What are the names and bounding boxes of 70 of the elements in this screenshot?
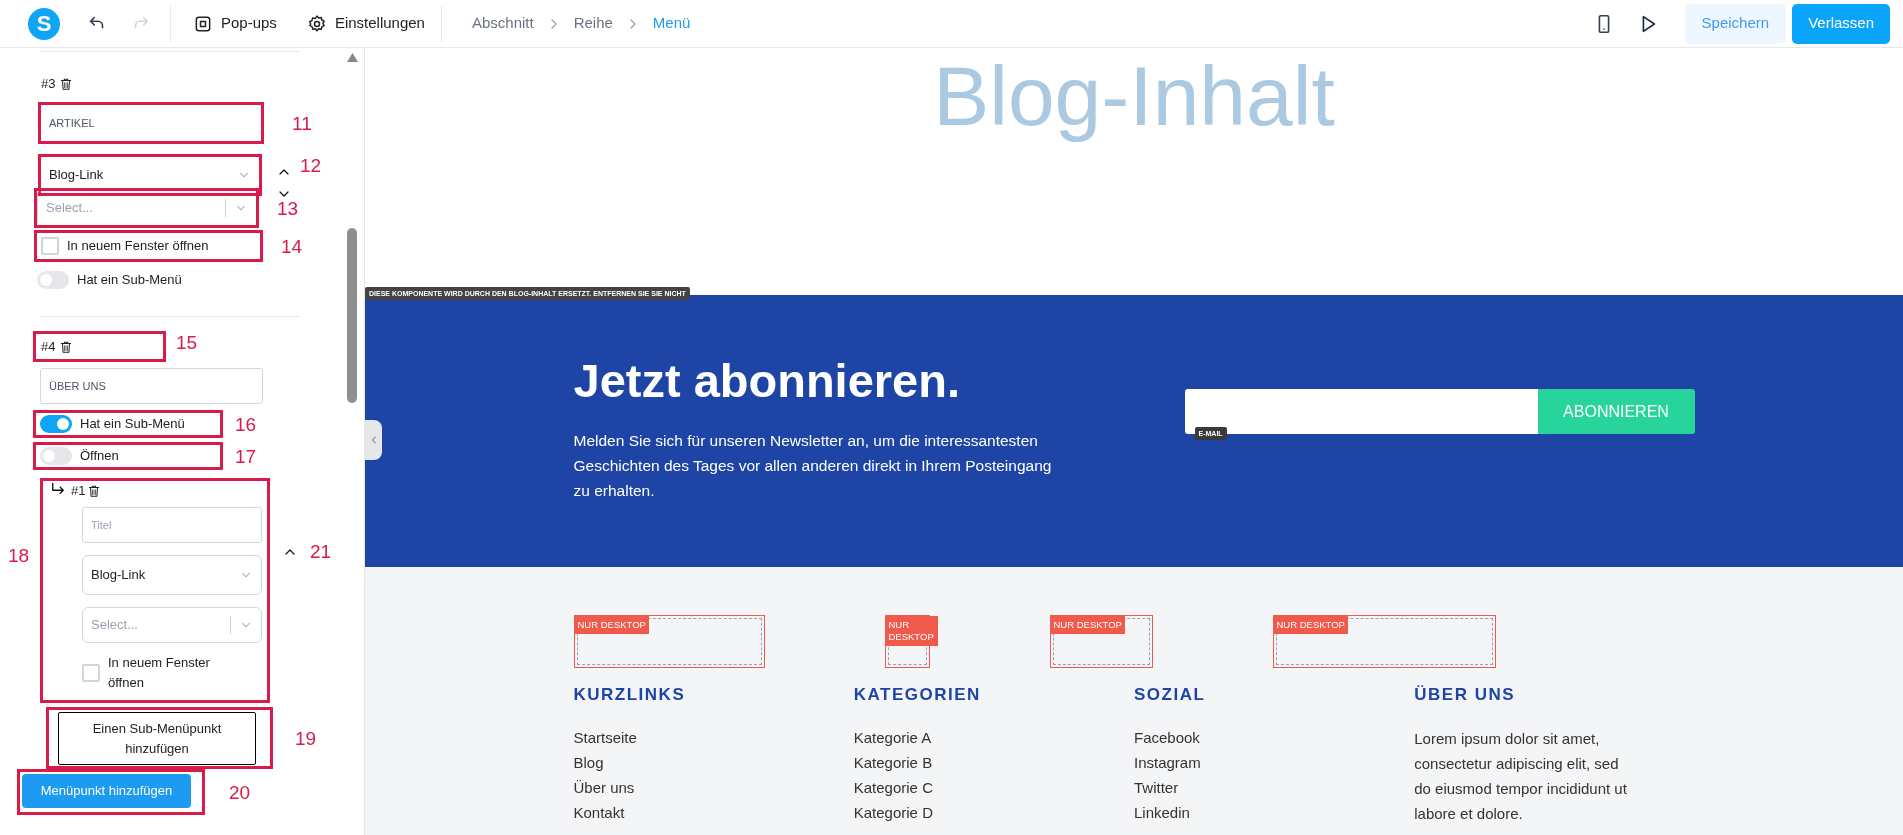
select-value: Blog-Link [91, 566, 146, 585]
annotation-number: 16 [235, 414, 257, 434]
annotation-number: 20 [229, 782, 251, 802]
collapse-tab[interactable] [365, 420, 382, 460]
footer-link[interactable]: Über uns [573, 779, 635, 797]
footer-heading: ÜBER UNS [1414, 684, 1517, 706]
breadcrumb-link[interactable]: Reihe [573, 12, 613, 35]
footer-link[interactable]: Twitter [1134, 779, 1179, 797]
checkbox-label: In neuem Fenster öffnen [67, 237, 209, 256]
title-field[interactable]: ARTIKEL [41, 105, 261, 141]
link-type-select[interactable]: Blog-Link [82, 555, 262, 595]
select-placeholder: Select... [46, 199, 94, 218]
toggle-switch[interactable] [40, 415, 72, 433]
annotation-number: 21 [310, 540, 332, 564]
footer-link[interactable]: Kategorie A [853, 729, 932, 747]
footer-link[interactable]: Kategorie C [853, 779, 933, 797]
annotation-number: 19 [295, 728, 317, 748]
settings-button[interactable]: Einstellungen [302, 8, 429, 39]
footer-link[interactable]: Instagram [1134, 754, 1201, 772]
desktop-only-badge: NUR DESKTOP [1050, 616, 1125, 634]
desktop-only-badge: NUR DESKTOP [885, 616, 938, 646]
link-type-select[interactable]: Blog-Link [41, 157, 259, 193]
title-field[interactable]: ÜBER UNS [40, 368, 263, 404]
toggle-label: Hat ein Sub-Menü [77, 271, 182, 290]
toggle-switch[interactable] [37, 271, 69, 289]
footer-heading: KATEGORIEN [853, 684, 982, 706]
trash-icon[interactable] [59, 77, 74, 91]
footer-heading: KURZLINKS [573, 684, 687, 706]
scroll-up-icon[interactable] [346, 53, 358, 62]
app-logo: S [28, 7, 60, 40]
footer-link[interactable]: Linkedin [1134, 804, 1190, 822]
breadcrumb-link[interactable]: Abschnitt [471, 12, 534, 35]
item-number: #3 [41, 75, 56, 94]
select-placeholder: Select... [91, 616, 139, 635]
popups-button[interactable]: Pop-ups [189, 8, 281, 39]
footer-link[interactable]: Startseite [573, 729, 637, 747]
footer-link[interactable]: Blog [573, 754, 604, 772]
toggle-switch[interactable] [40, 447, 72, 465]
add-submenu-item-button[interactable]: Einen Sub-Menüpunkt hinzufügen [58, 712, 256, 765]
footer-link[interactable]: Kategorie B [853, 754, 933, 772]
select-value: Blog-Link [49, 166, 104, 185]
newsletter-heading: Jetzt abonnieren. [573, 357, 961, 404]
newsletter-text: Melden Sie sich für unseren Newsletter an, um die interessantesten Geschichten des Tages vor allen anderen direkt in Ihrem Posteingang zu erhalten. [573, 431, 1053, 501]
desktop-only-badge: NUR DESKTOP [574, 616, 649, 634]
trash-icon[interactable] [59, 339, 74, 354]
gear-icon [306, 13, 327, 34]
title-field[interactable]: Titel [82, 507, 262, 543]
annotation-number: 17 [235, 446, 257, 466]
footer-heading: SOZIAL [1134, 684, 1207, 706]
annotation-number: 18 [7, 544, 31, 568]
footer-text: Lorem ipsum dolor sit amet, consectetur adipiscing elit, sed do eiusmod tempor incididunt ut labore et dolore. [1414, 729, 1628, 824]
item-number: #1 [71, 482, 86, 501]
annotation-number: 12 [300, 156, 322, 175]
footer-link[interactable]: Facebook [1134, 729, 1200, 747]
trash-icon[interactable] [87, 484, 102, 498]
annotation-number: 15 [176, 333, 198, 352]
annotation-number: 13 [277, 198, 299, 218]
checkbox[interactable] [41, 237, 59, 255]
checkbox[interactable] [82, 664, 100, 682]
scrollbar-thumb[interactable] [347, 228, 357, 403]
email-field[interactable] [1184, 389, 1538, 434]
footer-link[interactable]: Kontakt [573, 804, 625, 822]
footer-link[interactable]: Kategorie D [853, 804, 933, 822]
checkbox-label: In neuem Fenster öffnen [108, 654, 211, 692]
annotation-number: 14 [281, 236, 303, 256]
item-number: #4 [41, 337, 56, 356]
toggle-label: Hat ein Sub-Menü [80, 415, 185, 434]
desktop-only-badge: NUR DESKTOP [1273, 616, 1348, 634]
toggle-label: Öffnen [80, 447, 119, 466]
annotation-number: 11 [292, 113, 312, 133]
